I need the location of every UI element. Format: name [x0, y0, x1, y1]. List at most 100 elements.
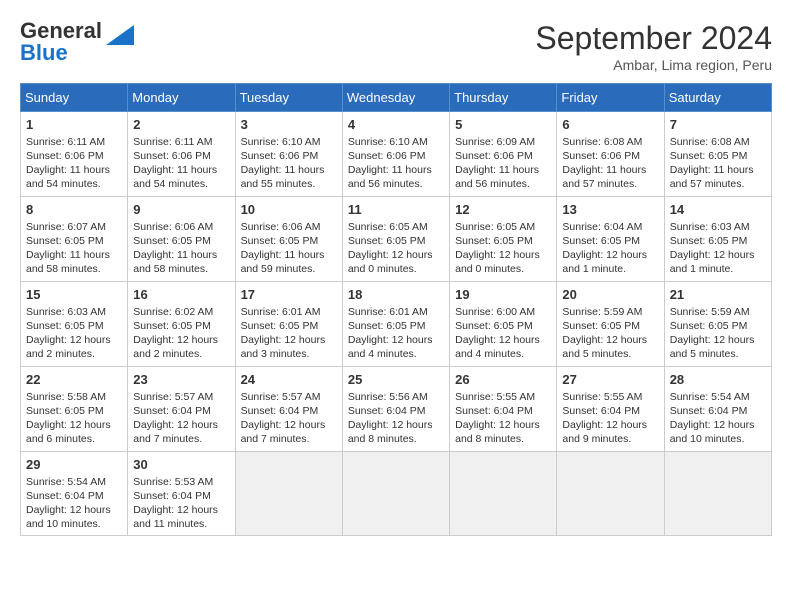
sunset-text: Sunset: 6:05 PM [670, 149, 766, 163]
daylight-minutes: and 8 minutes. [455, 432, 551, 446]
daylight-minutes: and 55 minutes. [241, 177, 337, 191]
day-number: 9 [133, 201, 229, 219]
day-number: 4 [348, 116, 444, 134]
sunrise-text: Sunrise: 5:58 AM [26, 390, 122, 404]
calendar-header-row: SundayMondayTuesdayWednesdayThursdayFrid… [21, 84, 772, 112]
calendar-table: SundayMondayTuesdayWednesdayThursdayFrid… [20, 83, 772, 536]
logo-text: General Blue [20, 20, 102, 64]
daylight-minutes: and 1 minute. [670, 262, 766, 276]
sunset-text: Sunset: 6:04 PM [455, 404, 551, 418]
sunrise-text: Sunrise: 5:57 AM [133, 390, 229, 404]
calendar-cell: 29Sunrise: 5:54 AMSunset: 6:04 PMDayligh… [21, 452, 128, 536]
sunrise-text: Sunrise: 6:01 AM [241, 305, 337, 319]
logo: General Blue [20, 20, 134, 64]
daylight-label: Daylight: 12 hours [455, 248, 551, 262]
calendar-cell: 1Sunrise: 6:11 AMSunset: 6:06 PMDaylight… [21, 112, 128, 197]
calendar-cell: 3Sunrise: 6:10 AMSunset: 6:06 PMDaylight… [235, 112, 342, 197]
sunset-text: Sunset: 6:05 PM [455, 319, 551, 333]
daylight-minutes: and 9 minutes. [562, 432, 658, 446]
calendar-cell: 23Sunrise: 5:57 AMSunset: 6:04 PMDayligh… [128, 367, 235, 452]
sunset-text: Sunset: 6:06 PM [26, 149, 122, 163]
sunset-text: Sunset: 6:05 PM [26, 234, 122, 248]
day-number: 3 [241, 116, 337, 134]
sunset-text: Sunset: 6:05 PM [241, 234, 337, 248]
day-number: 12 [455, 201, 551, 219]
daylight-label: Daylight: 12 hours [348, 248, 444, 262]
sunset-text: Sunset: 6:04 PM [562, 404, 658, 418]
day-number: 14 [670, 201, 766, 219]
sunrise-text: Sunrise: 5:55 AM [562, 390, 658, 404]
daylight-label: Daylight: 12 hours [455, 333, 551, 347]
daylight-minutes: and 2 minutes. [26, 347, 122, 361]
daylight-minutes: and 5 minutes. [562, 347, 658, 361]
calendar-week-3: 15Sunrise: 6:03 AMSunset: 6:05 PMDayligh… [21, 282, 772, 367]
daylight-label: Daylight: 12 hours [670, 248, 766, 262]
calendar-cell: 17Sunrise: 6:01 AMSunset: 6:05 PMDayligh… [235, 282, 342, 367]
calendar-week-2: 8Sunrise: 6:07 AMSunset: 6:05 PMDaylight… [21, 197, 772, 282]
calendar-week-4: 22Sunrise: 5:58 AMSunset: 6:05 PMDayligh… [21, 367, 772, 452]
daylight-label: Daylight: 12 hours [455, 418, 551, 432]
day-number: 18 [348, 286, 444, 304]
daylight-minutes: and 0 minutes. [348, 262, 444, 276]
sunset-text: Sunset: 6:05 PM [348, 234, 444, 248]
sunset-text: Sunset: 6:06 PM [241, 149, 337, 163]
sunrise-text: Sunrise: 5:54 AM [670, 390, 766, 404]
calendar-cell: 14Sunrise: 6:03 AMSunset: 6:05 PMDayligh… [664, 197, 771, 282]
day-number: 7 [670, 116, 766, 134]
day-number: 19 [455, 286, 551, 304]
sunrise-text: Sunrise: 5:55 AM [455, 390, 551, 404]
calendar-cell: 13Sunrise: 6:04 AMSunset: 6:05 PMDayligh… [557, 197, 664, 282]
daylight-minutes: and 57 minutes. [562, 177, 658, 191]
calendar-cell [342, 452, 449, 536]
column-header-saturday: Saturday [664, 84, 771, 112]
sunrise-text: Sunrise: 6:08 AM [670, 135, 766, 149]
sunrise-text: Sunrise: 5:53 AM [133, 475, 229, 489]
sunset-text: Sunset: 6:05 PM [455, 234, 551, 248]
sunrise-text: Sunrise: 6:11 AM [133, 135, 229, 149]
daylight-label: Daylight: 11 hours [241, 248, 337, 262]
day-number: 17 [241, 286, 337, 304]
calendar-cell: 19Sunrise: 6:00 AMSunset: 6:05 PMDayligh… [450, 282, 557, 367]
sunset-text: Sunset: 6:06 PM [348, 149, 444, 163]
calendar-cell: 18Sunrise: 6:01 AMSunset: 6:05 PMDayligh… [342, 282, 449, 367]
day-number: 16 [133, 286, 229, 304]
day-number: 10 [241, 201, 337, 219]
sunrise-text: Sunrise: 5:56 AM [348, 390, 444, 404]
sunset-text: Sunset: 6:06 PM [562, 149, 658, 163]
daylight-minutes: and 54 minutes. [133, 177, 229, 191]
sunrise-text: Sunrise: 5:57 AM [241, 390, 337, 404]
sunset-text: Sunset: 6:05 PM [670, 319, 766, 333]
sunset-text: Sunset: 6:05 PM [133, 319, 229, 333]
daylight-label: Daylight: 11 hours [133, 248, 229, 262]
sunrise-text: Sunrise: 6:08 AM [562, 135, 658, 149]
logo-icon [106, 25, 134, 50]
daylight-minutes: and 3 minutes. [241, 347, 337, 361]
daylight-label: Daylight: 12 hours [133, 418, 229, 432]
calendar-cell: 4Sunrise: 6:10 AMSunset: 6:06 PMDaylight… [342, 112, 449, 197]
day-number: 20 [562, 286, 658, 304]
daylight-label: Daylight: 12 hours [348, 418, 444, 432]
daylight-minutes: and 59 minutes. [241, 262, 337, 276]
daylight-minutes: and 56 minutes. [348, 177, 444, 191]
daylight-label: Daylight: 11 hours [26, 163, 122, 177]
calendar-cell: 28Sunrise: 5:54 AMSunset: 6:04 PMDayligh… [664, 367, 771, 452]
day-number: 15 [26, 286, 122, 304]
sunrise-text: Sunrise: 6:00 AM [455, 305, 551, 319]
sunset-text: Sunset: 6:05 PM [26, 404, 122, 418]
sunrise-text: Sunrise: 6:05 AM [348, 220, 444, 234]
calendar-cell: 16Sunrise: 6:02 AMSunset: 6:05 PMDayligh… [128, 282, 235, 367]
day-number: 8 [26, 201, 122, 219]
calendar-cell [557, 452, 664, 536]
daylight-minutes: and 4 minutes. [348, 347, 444, 361]
calendar-cell: 11Sunrise: 6:05 AMSunset: 6:05 PMDayligh… [342, 197, 449, 282]
daylight-label: Daylight: 12 hours [26, 503, 122, 517]
calendar-cell: 7Sunrise: 6:08 AMSunset: 6:05 PMDaylight… [664, 112, 771, 197]
sunrise-text: Sunrise: 6:03 AM [670, 220, 766, 234]
daylight-label: Daylight: 12 hours [670, 333, 766, 347]
daylight-minutes: and 56 minutes. [455, 177, 551, 191]
daylight-label: Daylight: 12 hours [133, 503, 229, 517]
column-header-sunday: Sunday [21, 84, 128, 112]
daylight-minutes: and 54 minutes. [26, 177, 122, 191]
day-number: 1 [26, 116, 122, 134]
daylight-minutes: and 8 minutes. [348, 432, 444, 446]
